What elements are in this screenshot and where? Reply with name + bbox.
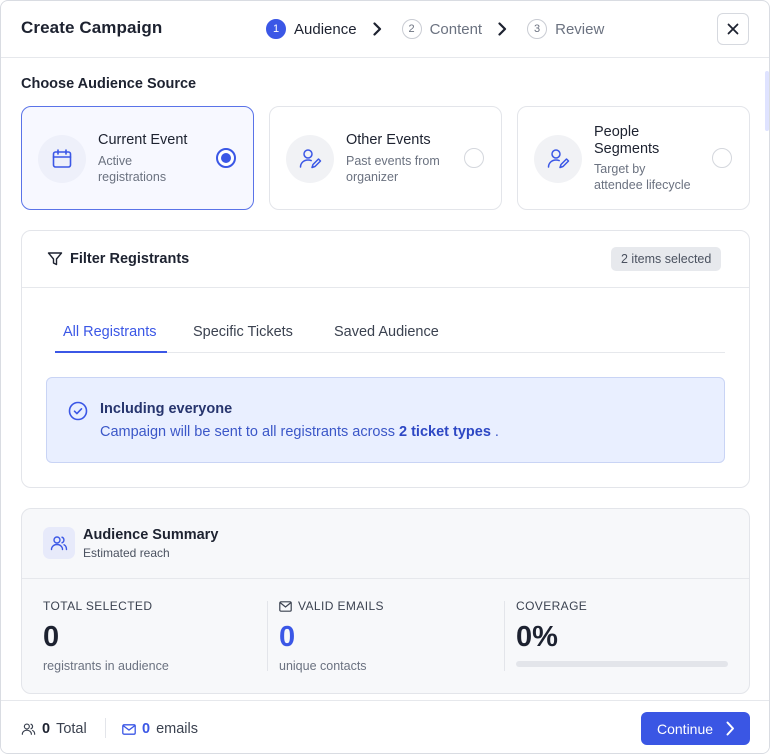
- source-desc-line2: organizer: [346, 170, 399, 184]
- chevron-right-icon: [498, 22, 507, 36]
- emails-label: emails: [156, 721, 198, 737]
- source-desc-line1: Past events from: [346, 154, 440, 168]
- step-audience[interactable]: 1 Audience: [266, 19, 357, 39]
- summary-subtitle: Estimated reach: [83, 546, 170, 560]
- metric-label: COVERAGE: [516, 599, 588, 613]
- metric-valid-emails: VALID EMAILS 0 unique contacts: [279, 579, 499, 693]
- modal-title: Create Campaign: [21, 18, 163, 37]
- footer-total: 0 Total: [21, 721, 87, 737]
- tab-saved-audience[interactable]: Saved Audience: [334, 324, 439, 340]
- metric-sub: unique contacts: [279, 659, 367, 673]
- notice-text-prefix: Campaign will be sent to all registrants…: [100, 424, 399, 440]
- filter-registrants-card: Filter Registrants 2 items selected All …: [21, 230, 750, 488]
- active-tab-indicator: [55, 351, 167, 353]
- icon-circle: [38, 135, 86, 183]
- divider: [267, 601, 268, 671]
- divider: [504, 601, 505, 671]
- summary-header: Audience Summary Estimated reach: [22, 509, 749, 579]
- filter-icon: [47, 252, 63, 266]
- source-desc-line1: Target by: [594, 162, 646, 176]
- modal-footer: 0 Total 0 emails Continue: [1, 700, 769, 753]
- divider: [105, 718, 106, 738]
- coverage-progress-bar: [516, 661, 728, 667]
- user-edit-icon: [547, 149, 570, 169]
- step-label: Content: [429, 20, 483, 38]
- tab-specific-tickets[interactable]: Specific Tickets: [193, 324, 293, 340]
- step-content[interactable]: 2 Content: [401, 19, 483, 39]
- create-campaign-modal: Create Campaign 1 Audience 2 Content 3 R…: [0, 0, 770, 754]
- metric-value: 0: [279, 621, 296, 653]
- source-title-line2: Segments: [594, 141, 660, 157]
- step-label: Audience: [294, 20, 357, 38]
- audience-summary-card: Audience Summary Estimated reach TOTAL S…: [21, 508, 750, 694]
- chevron-right-icon: [726, 721, 734, 736]
- metric-sub: registrants in audience: [43, 659, 169, 673]
- user-edit-icon: [299, 149, 322, 169]
- source-title: Other Events: [346, 132, 431, 148]
- source-title: Current Event: [98, 132, 188, 148]
- filter-tabs: All Registrants Specific Tickets Saved A…: [55, 317, 725, 353]
- metric-label: TOTAL SELECTED: [43, 599, 153, 613]
- metric-label-text: VALID EMAILS: [298, 599, 384, 613]
- notice-text: Campaign will be sent to all registrants…: [100, 424, 499, 440]
- users-icon: [50, 536, 68, 551]
- radio-selected[interactable]: [216, 148, 236, 168]
- including-everyone-notice: Including everyone Campaign will be sent…: [46, 377, 725, 463]
- icon-tile: [43, 527, 75, 559]
- continue-button[interactable]: Continue: [641, 712, 750, 745]
- metric-label: VALID EMAILS: [279, 599, 384, 613]
- close-icon: [727, 23, 739, 35]
- source-option-current-event[interactable]: Current Event Active registrations: [21, 106, 254, 210]
- source-desc-line2: registrations: [98, 170, 167, 184]
- continue-label: Continue: [657, 720, 714, 737]
- selected-count-badge: 2 items selected: [611, 247, 722, 271]
- mail-icon: [122, 723, 136, 735]
- step-number: 3: [527, 19, 548, 39]
- step-label: Review: [555, 20, 605, 38]
- tab-all-registrants[interactable]: All Registrants: [63, 324, 156, 340]
- metric-total-selected: TOTAL SELECTED 0 registrants in audience: [43, 579, 263, 693]
- metric-coverage: COVERAGE 0%: [516, 579, 736, 693]
- edge-highlight: [765, 71, 769, 131]
- mail-icon: [279, 600, 292, 612]
- footer-emails: 0 emails: [122, 721, 198, 737]
- source-desc-line1: Active: [98, 154, 133, 168]
- radio-unselected[interactable]: [464, 148, 484, 168]
- step-review[interactable]: 3 Review: [527, 19, 604, 39]
- ticket-types-count: 2 ticket types: [399, 424, 491, 440]
- section-title-audience-source: Choose Audience Source: [21, 76, 197, 92]
- check-circle-icon: [68, 401, 88, 421]
- radio-unselected[interactable]: [712, 148, 732, 168]
- notice-title: Including everyone: [100, 401, 233, 417]
- emails-count: 0: [142, 721, 151, 737]
- source-title-line1: People: [594, 124, 640, 140]
- close-button[interactable]: [717, 13, 749, 45]
- icon-circle: [286, 135, 334, 183]
- modal-header: Create Campaign 1 Audience 2 Content 3 R…: [1, 1, 769, 58]
- total-count: 0: [42, 721, 51, 737]
- summary-title: Audience Summary: [83, 527, 219, 543]
- source-option-other-events[interactable]: Other Events Past events from organizer: [269, 106, 502, 210]
- source-option-people-segments[interactable]: People Segments Target by attendee lifec…: [517, 106, 750, 210]
- total-label: Total: [56, 721, 87, 737]
- step-number: 1: [266, 19, 286, 39]
- users-icon: [21, 723, 36, 735]
- filter-header: Filter Registrants 2 items selected: [22, 231, 749, 288]
- icon-circle: [534, 135, 582, 183]
- notice-text-suffix: .: [490, 424, 499, 440]
- source-desc-line2: attendee lifecycle: [594, 178, 691, 192]
- metric-value: 0: [43, 621, 60, 653]
- metric-value: 0%: [516, 621, 558, 653]
- calendar-icon: [52, 149, 72, 168]
- stepper: 1 Audience 2 Content 3 Review: [266, 18, 604, 40]
- filter-title: Filter Registrants: [70, 251, 190, 267]
- step-number: 2: [401, 19, 422, 39]
- chevron-right-icon: [372, 22, 381, 36]
